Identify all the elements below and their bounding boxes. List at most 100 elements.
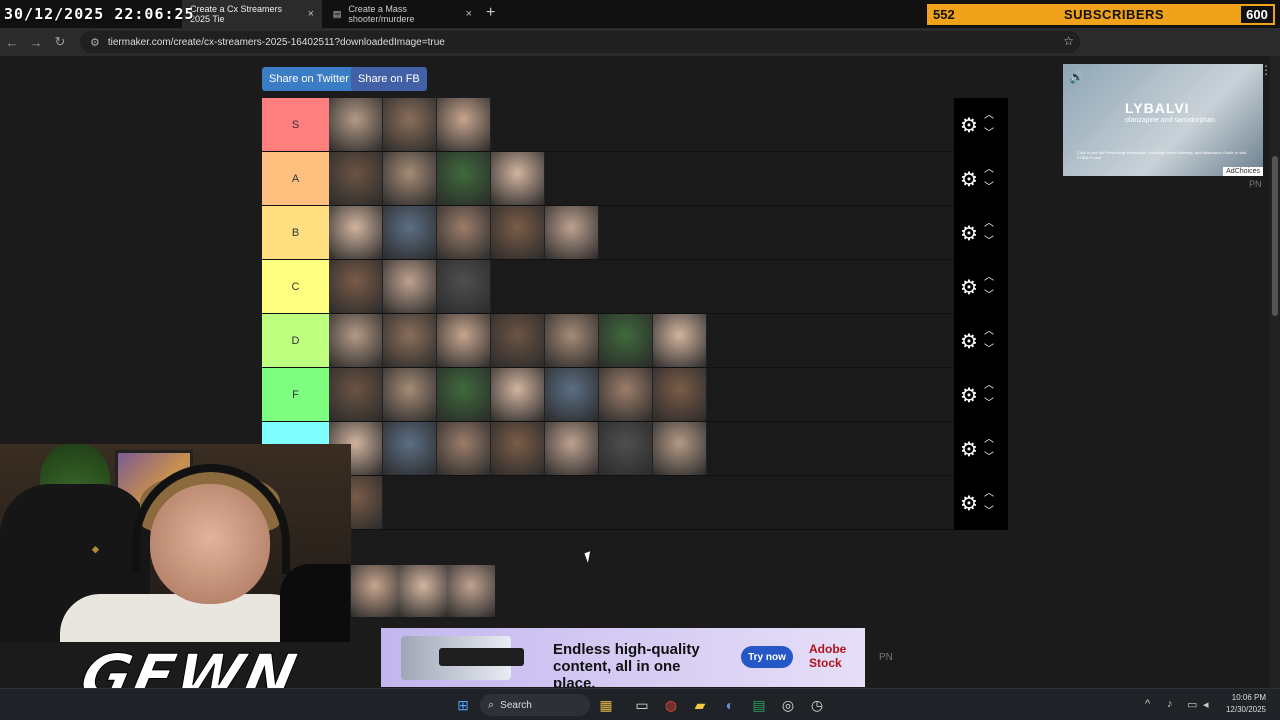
tier-item-image[interactable] bbox=[653, 368, 707, 421]
move-up-icon[interactable]: ︿ bbox=[984, 107, 994, 125]
tier-item-image[interactable] bbox=[491, 422, 545, 475]
url-input[interactable]: ⚙ tiermaker.com/create/cx-streamers-2025… bbox=[80, 31, 1080, 53]
gear-icon[interactable]: ⚙ bbox=[954, 275, 984, 300]
gear-icon[interactable]: ⚙ bbox=[954, 491, 984, 516]
tier-item-image[interactable] bbox=[329, 152, 383, 205]
close-icon[interactable]: × bbox=[466, 8, 472, 20]
tier-label[interactable]: D bbox=[262, 314, 329, 367]
close-icon[interactable]: × bbox=[308, 8, 314, 20]
gear-icon[interactable]: ⚙ bbox=[954, 437, 984, 462]
tier-item-image[interactable] bbox=[437, 368, 491, 421]
tier-item-image[interactable] bbox=[491, 152, 545, 205]
tier-item-image[interactable] bbox=[329, 260, 383, 313]
network-icon[interactable]: ▭ bbox=[1187, 698, 1197, 711]
mic-icon[interactable]: ♪ bbox=[1167, 698, 1173, 710]
tier-item-image[interactable] bbox=[545, 206, 599, 259]
tab-tiermaker-mass[interactable]: ▤ Create a Mass shooter/murdere × bbox=[324, 0, 480, 28]
bookmark-star-icon[interactable]: ☆ bbox=[1063, 34, 1074, 48]
tier-item-image[interactable] bbox=[653, 314, 707, 367]
tier-item-image[interactable] bbox=[329, 206, 383, 259]
taskbar-clock[interactable]: 10:06 PM 12/30/2025 bbox=[1226, 692, 1266, 716]
site-info-icon[interactable]: ⚙ bbox=[90, 36, 100, 49]
obs-icon[interactable]: ◎ bbox=[780, 697, 796, 713]
move-up-icon[interactable]: ︿ bbox=[984, 269, 994, 287]
ad-adobe-stock[interactable]: Endless high-quality content, all in one… bbox=[381, 628, 865, 687]
pool-item-image[interactable] bbox=[447, 565, 495, 617]
move-up-icon[interactable]: ︿ bbox=[984, 323, 994, 341]
move-up-icon[interactable]: ︿ bbox=[984, 215, 994, 233]
gear-icon[interactable]: ⚙ bbox=[954, 221, 984, 246]
ad-lybalvi[interactable]: 🔊 LYBALVI olanzapine and samidorphan Cli… bbox=[1063, 64, 1263, 176]
tier-item-image[interactable] bbox=[383, 260, 437, 313]
try-now-button[interactable]: Try now bbox=[741, 646, 793, 668]
tier-item-image[interactable] bbox=[599, 368, 653, 421]
tier-item-image[interactable] bbox=[329, 98, 383, 151]
back-icon[interactable]: ← bbox=[0, 35, 24, 50]
volume-icon[interactable]: ◂ bbox=[1203, 698, 1209, 711]
adchoices-link[interactable]: AdChoices bbox=[1223, 167, 1263, 176]
tier-item-image[interactable] bbox=[545, 314, 599, 367]
tray-chevron-icon[interactable]: ^ bbox=[1145, 698, 1150, 710]
file-explorer-icon[interactable]: ▰ bbox=[692, 697, 708, 713]
task-view-icon[interactable]: ▭ bbox=[634, 697, 650, 713]
tier-item-image[interactable] bbox=[437, 98, 491, 151]
reload-icon[interactable]: ↻ bbox=[48, 34, 72, 50]
tier-label[interactable]: A bbox=[262, 152, 329, 205]
volume-icon[interactable]: 🔊 bbox=[1069, 70, 1084, 84]
tier-item-image[interactable] bbox=[599, 314, 653, 367]
move-down-icon[interactable]: ﹀ bbox=[984, 233, 994, 251]
move-up-icon[interactable]: ︿ bbox=[984, 161, 994, 179]
tier-item-image[interactable] bbox=[437, 314, 491, 367]
move-down-icon[interactable]: ﹀ bbox=[984, 125, 994, 143]
tier-label[interactable]: B bbox=[262, 206, 329, 259]
tier-item-image[interactable] bbox=[383, 314, 437, 367]
tier-item-image[interactable] bbox=[545, 422, 599, 475]
tier-item-image[interactable] bbox=[383, 98, 437, 151]
move-down-icon[interactable]: ﹀ bbox=[984, 179, 994, 197]
tier-item-image[interactable] bbox=[383, 206, 437, 259]
tier-item-image[interactable] bbox=[437, 422, 491, 475]
move-up-icon[interactable]: ︿ bbox=[984, 485, 994, 503]
tier-item-image[interactable] bbox=[491, 206, 545, 259]
tab-tiermaker-cx[interactable]: Create a Cx Streamers 2025 Tie × bbox=[182, 0, 322, 28]
clock-app-icon[interactable]: ◷ bbox=[809, 697, 825, 713]
gear-icon[interactable]: ⚙ bbox=[954, 167, 984, 192]
tier-label[interactable]: F bbox=[262, 368, 329, 421]
tier-item-image[interactable] bbox=[653, 422, 707, 475]
tier-label[interactable]: C bbox=[262, 260, 329, 313]
gear-icon[interactable]: ⚙ bbox=[954, 329, 984, 354]
tier-item-image[interactable] bbox=[491, 368, 545, 421]
tier-item-image[interactable] bbox=[383, 152, 437, 205]
move-down-icon[interactable]: ﹀ bbox=[984, 341, 994, 359]
taskbar-search[interactable]: ⌕ Search bbox=[480, 694, 590, 716]
gear-icon[interactable]: ⚙ bbox=[954, 113, 984, 138]
tier-item-image[interactable] bbox=[383, 422, 437, 475]
forward-icon[interactable]: → bbox=[24, 35, 48, 50]
discord-icon[interactable]: ◐ bbox=[722, 697, 738, 713]
chrome-icon[interactable]: ◍ bbox=[663, 697, 679, 713]
tier-item-image[interactable] bbox=[383, 368, 437, 421]
tier-item-image[interactable] bbox=[437, 260, 491, 313]
move-up-icon[interactable]: ︿ bbox=[984, 377, 994, 395]
tier-item-image[interactable] bbox=[545, 368, 599, 421]
pool-item-image[interactable] bbox=[399, 565, 447, 617]
tier-item-image[interactable] bbox=[329, 368, 383, 421]
scrollbar[interactable] bbox=[1270, 56, 1280, 688]
tier-item-image[interactable] bbox=[491, 314, 545, 367]
tier-item-image[interactable] bbox=[437, 206, 491, 259]
tier-label[interactable]: S bbox=[262, 98, 329, 151]
move-down-icon[interactable]: ﹀ bbox=[984, 395, 994, 413]
move-down-icon[interactable]: ﹀ bbox=[984, 287, 994, 305]
scrollbar-thumb[interactable] bbox=[1272, 156, 1278, 316]
new-tab-icon[interactable]: + bbox=[486, 4, 495, 22]
share-fb-button[interactable]: Share on FB bbox=[351, 67, 427, 91]
move-up-icon[interactable]: ︿ bbox=[984, 431, 994, 449]
windows-start-icon[interactable]: ⊞ bbox=[455, 697, 471, 713]
pool-item-image[interactable] bbox=[351, 565, 399, 617]
excel-icon[interactable]: ▤ bbox=[751, 697, 767, 713]
move-down-icon[interactable]: ﹀ bbox=[984, 449, 994, 467]
move-down-icon[interactable]: ﹀ bbox=[984, 503, 994, 521]
widgets-icon[interactable]: ▦ bbox=[598, 697, 614, 713]
tier-item-image[interactable] bbox=[599, 422, 653, 475]
tier-item-image[interactable] bbox=[437, 152, 491, 205]
